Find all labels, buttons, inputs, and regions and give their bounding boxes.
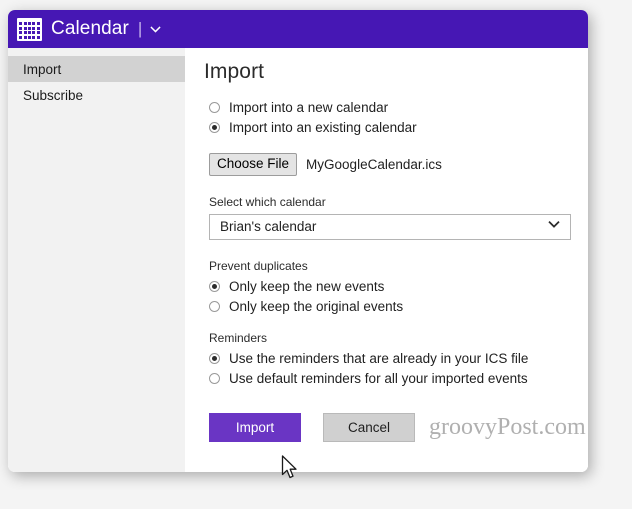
radio-label: Import into an existing calendar: [229, 119, 417, 135]
title-chevron-down-icon[interactable]: [149, 23, 162, 36]
radio-keep-new-events[interactable]: Only keep the new events: [209, 277, 588, 297]
prevent-duplicates-heading: Prevent duplicates: [209, 258, 308, 273]
calendar-icon: [17, 17, 42, 41]
page-title: Import: [204, 60, 265, 83]
radio-label: Import into a new calendar: [229, 99, 389, 115]
calendar-import-window: Calendar | Import Subscribe Import Impor…: [8, 10, 588, 472]
radio-label: Use the reminders that are already in yo…: [229, 351, 529, 367]
watermark-text: groovyPost.com: [429, 413, 586, 440]
radio-indicator-selected: [209, 353, 220, 365]
radio-import-existing-calendar[interactable]: Import into an existing calendar: [209, 117, 588, 137]
radio-label: Only keep the new events: [229, 279, 385, 295]
radio-indicator: [209, 301, 220, 313]
import-button[interactable]: Import: [209, 412, 301, 442]
sidebar-item-label: Import: [23, 61, 62, 77]
radio-import-new-calendar[interactable]: Import into a new calendar: [209, 97, 588, 117]
calendar-select[interactable]: Brian's calendar: [209, 213, 571, 240]
sidebar: Import Subscribe: [8, 48, 185, 472]
radio-label: Only keep the original events: [229, 299, 404, 315]
radio-use-ics-reminders[interactable]: Use the reminders that are already in yo…: [209, 349, 588, 369]
radio-indicator: [209, 101, 220, 113]
content-pane: Import Import into a new calendar Import…: [185, 48, 588, 472]
chevron-down-icon: [547, 217, 561, 236]
file-picker-row: Choose File MyGoogleCalendar.ics: [209, 153, 588, 176]
choose-file-button[interactable]: Choose File: [209, 153, 298, 176]
title-bar: Calendar |: [8, 10, 588, 48]
radio-use-default-reminders[interactable]: Use default reminders for all your impor…: [209, 369, 588, 389]
reminders-heading: Reminders: [209, 330, 268, 345]
radio-indicator-selected: [209, 121, 220, 133]
radio-keep-original-events[interactable]: Only keep the original events: [209, 297, 588, 317]
selected-file-name: MyGoogleCalendar.ics: [306, 156, 442, 172]
calendar-select-value: Brian's calendar: [220, 219, 317, 235]
calendar-select-label: Select which calendar: [209, 194, 326, 209]
radio-indicator-selected: [209, 281, 220, 293]
sidebar-item-label: Subscribe: [23, 87, 84, 103]
app-title: Calendar: [51, 18, 129, 39]
window-body: Import Subscribe Import Import into a ne…: [8, 48, 588, 472]
action-bar: Import Cancel groovyPost.com: [209, 412, 588, 442]
radio-label: Use default reminders for all your impor…: [229, 371, 528, 387]
cancel-button[interactable]: Cancel: [323, 412, 415, 442]
sidebar-item-subscribe[interactable]: Subscribe: [8, 82, 185, 108]
sidebar-item-import[interactable]: Import: [8, 56, 185, 82]
radio-indicator: [209, 373, 220, 385]
title-separator: |: [137, 19, 143, 38]
